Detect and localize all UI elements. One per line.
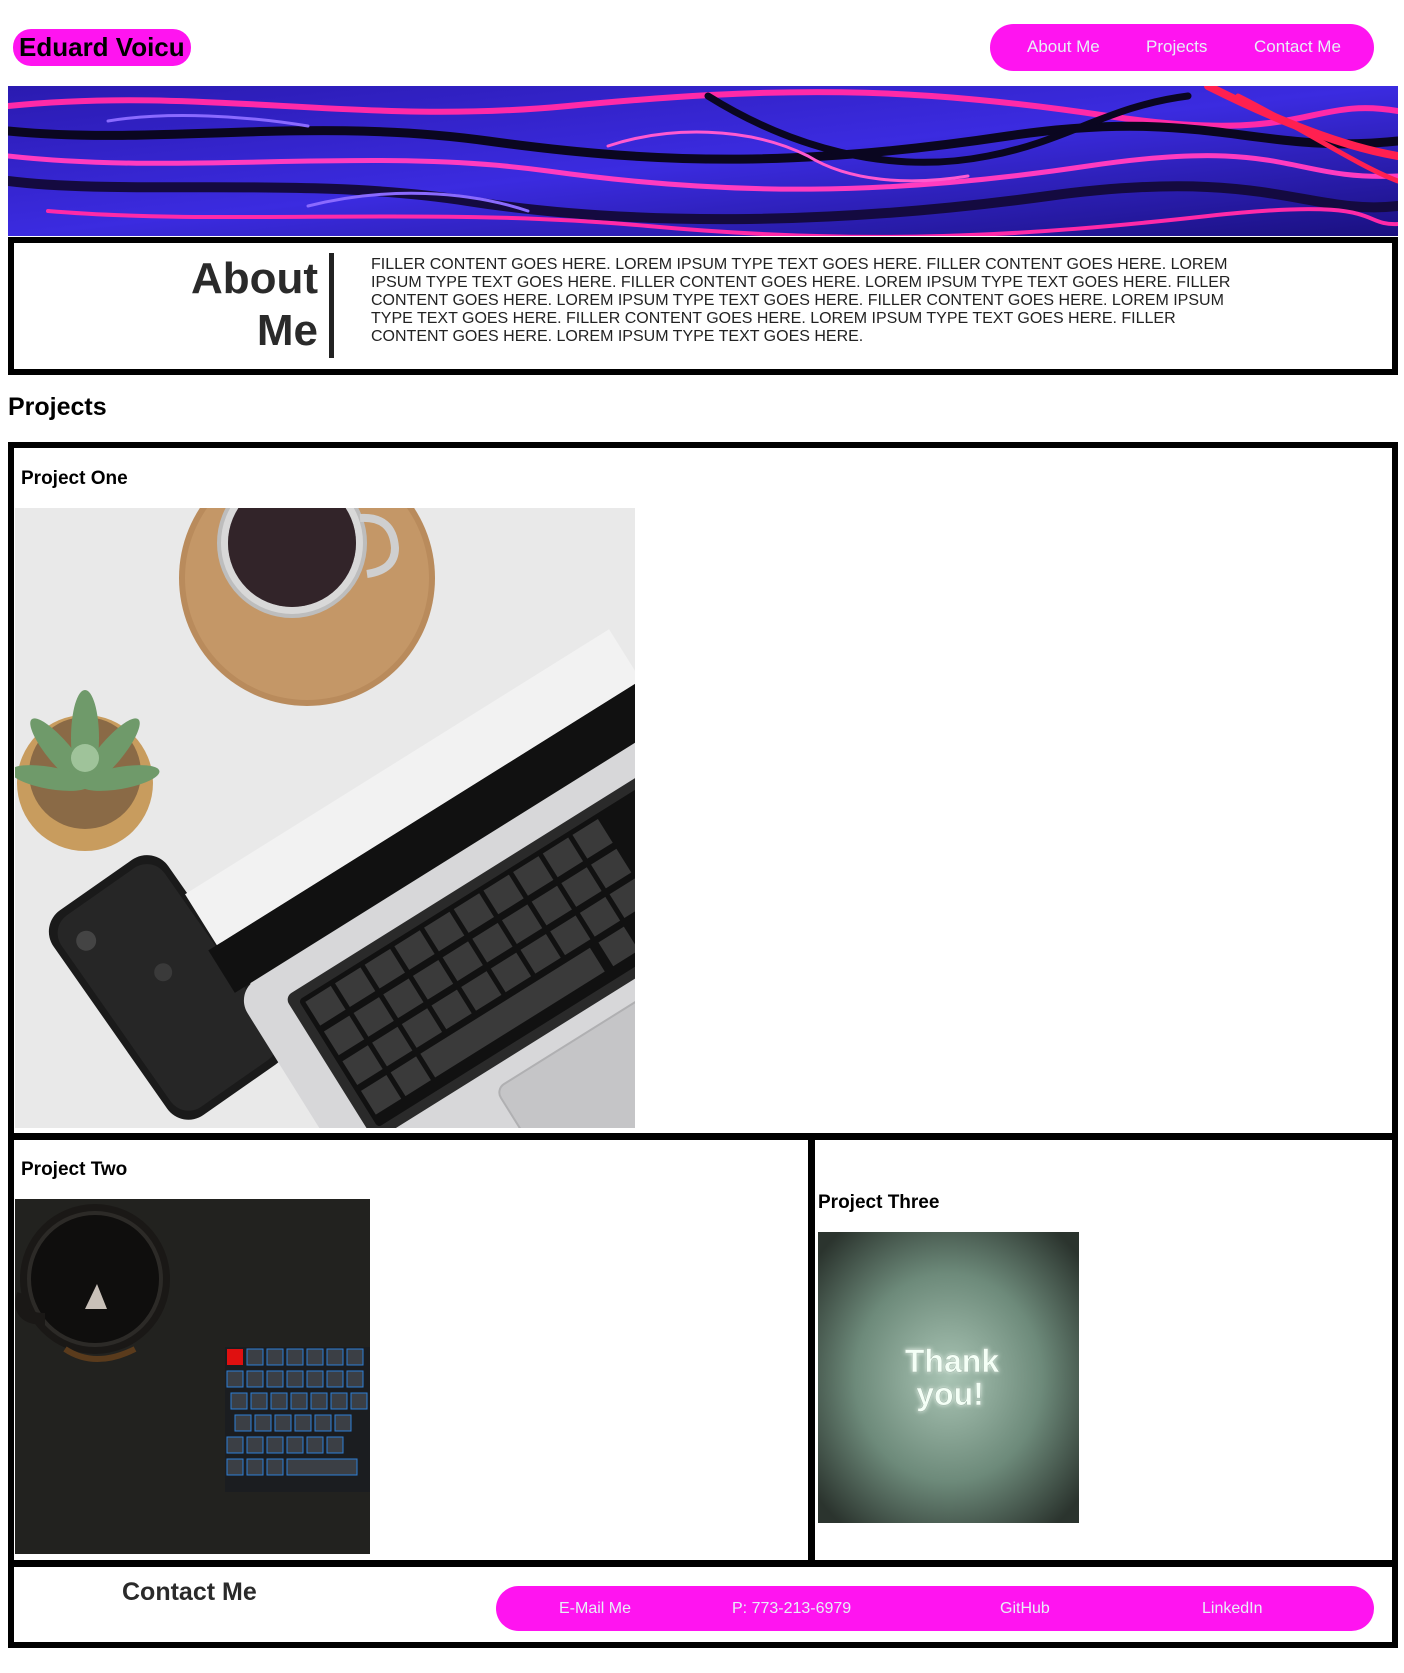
projects-divider-horizontal (14, 1133, 1392, 1140)
github-link[interactable]: GitHub (1000, 1599, 1050, 1619)
about-title-line2: Me (256, 306, 318, 355)
project-three-title: Project Three (818, 1192, 940, 1213)
about-section: About Me FILLER CONTENT GOES HERE. LOREM… (8, 237, 1398, 375)
contact-links-bar: E-Mail Me P: 773-213-6979 GitHub LinkedI… (496, 1586, 1374, 1631)
projects-section: Project One Project Two Project Three Th… (8, 442, 1398, 1566)
project-three-image[interactable]: Thank you! (818, 1232, 1079, 1523)
projects-divider-vertical (808, 1133, 815, 1560)
project-one-image[interactable] (15, 508, 635, 1128)
about-title: About Me (164, 253, 334, 358)
contact-section: Contact Me E-Mail Me P: 773-213-6979 Git… (8, 1560, 1398, 1648)
email-link[interactable]: E-Mail Me (559, 1599, 631, 1619)
project-three-image-text-line1: Thank (905, 1343, 999, 1379)
site-logo[interactable]: Eduard Voicu (13, 29, 191, 66)
project-two-image[interactable] (15, 1199, 370, 1554)
project-one-title: Project One (21, 468, 128, 489)
about-title-line1: About (190, 254, 318, 303)
nav-link-projects[interactable]: Projects (1146, 37, 1207, 57)
project-three-image-text-line2: you! (916, 1376, 984, 1412)
phone-link[interactable]: P: 773-213-6979 (732, 1599, 851, 1619)
linkedin-link[interactable]: LinkedIn (1202, 1599, 1263, 1619)
nav-link-about-me[interactable]: About Me (1027, 37, 1100, 57)
contact-title: Contact Me (122, 1578, 257, 1606)
site-header: Eduard Voicu About Me Projects Contact M… (0, 0, 1404, 88)
project-two-title: Project Two (21, 1159, 128, 1180)
about-text: FILLER CONTENT GOES HERE. LOREM IPSUM TY… (371, 256, 1231, 345)
nav-link-contact-me[interactable]: Contact Me (1254, 37, 1341, 57)
projects-heading: Projects (8, 393, 107, 421)
hero-banner-image (8, 86, 1398, 236)
main-nav: About Me Projects Contact Me (990, 24, 1374, 71)
